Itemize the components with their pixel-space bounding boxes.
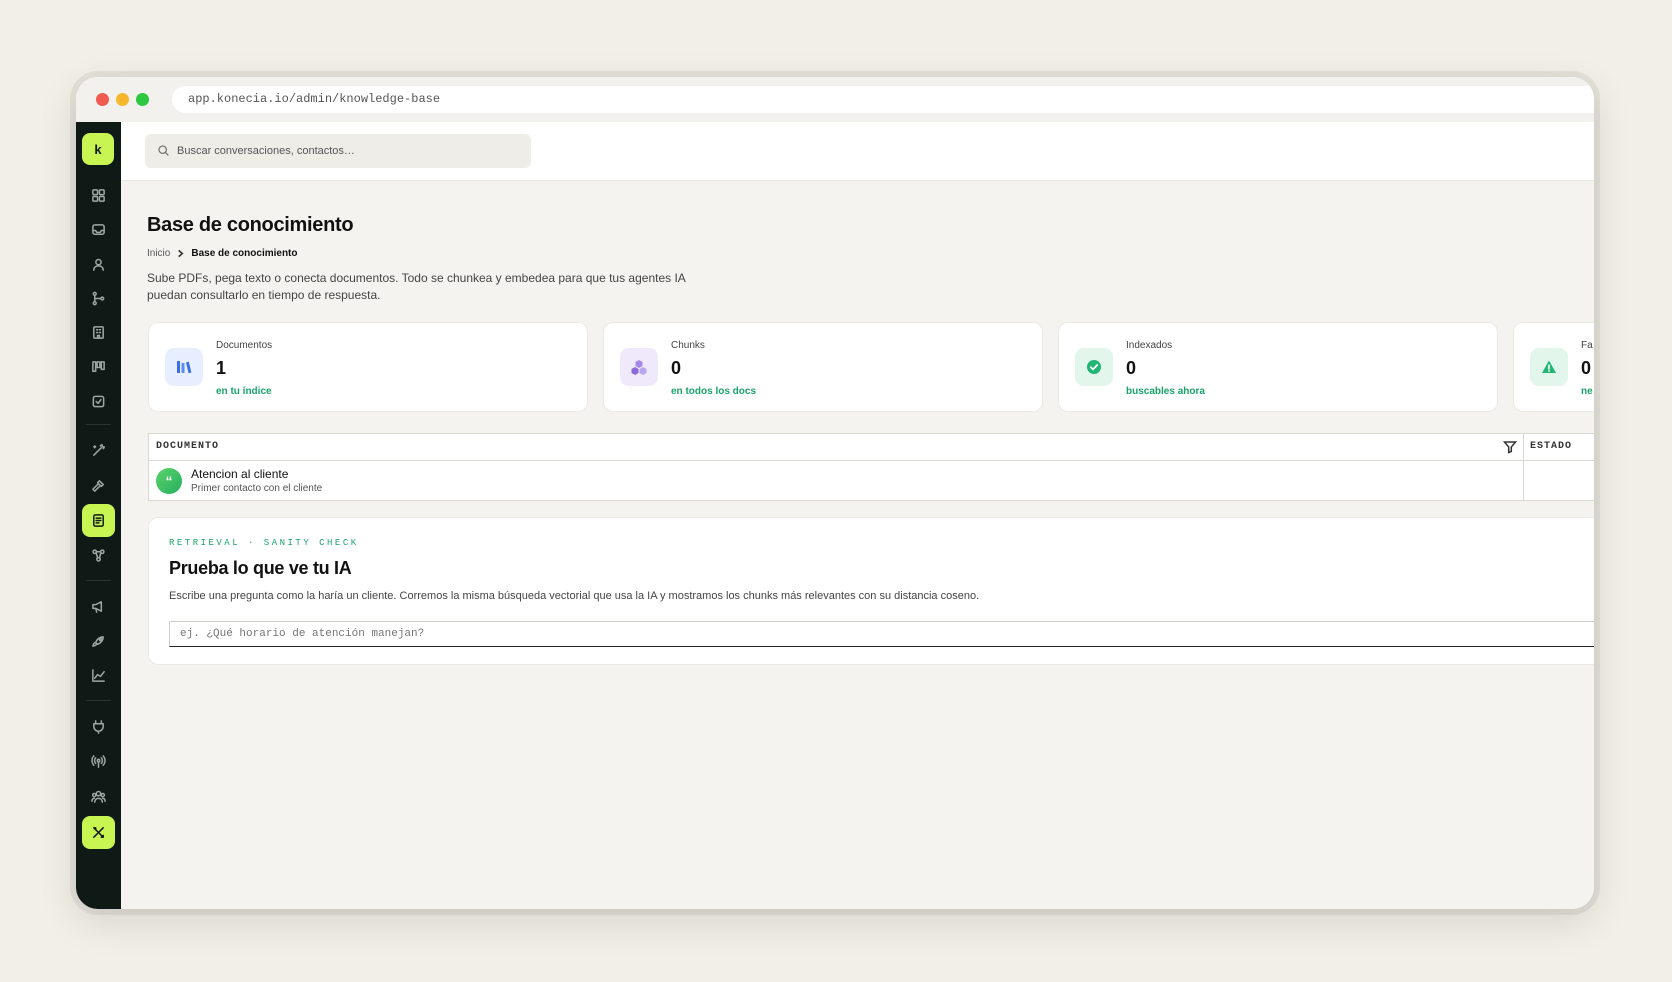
sidebar-item-dashboard[interactable]: [82, 179, 115, 212]
sidebar-item-plugins[interactable]: [82, 710, 115, 743]
browser-window: app.konecia.io/admin/knowledge-base k Bu…: [76, 77, 1594, 909]
maximize-window-button[interactable]: [136, 93, 149, 106]
sidebar-item-flows[interactable]: [82, 282, 115, 315]
stat-card-documentos: Documentos 1 en tu índice: [148, 322, 588, 412]
app-logo[interactable]: k: [82, 133, 114, 165]
settings-icon: [93, 827, 104, 838]
ai-wand-icon: [93, 444, 105, 456]
documents-table: DOCUMENTO ESTADO “ Atencion al cliente P…: [148, 433, 1594, 501]
cubes-icon: [631, 360, 647, 375]
campaigns-icon: [92, 601, 103, 613]
browser-titlebar: app.konecia.io/admin/knowledge-base: [76, 77, 1594, 123]
knowledge-base-icon: [93, 514, 104, 527]
sidebar-divider: [86, 580, 111, 581]
stat-value: 0: [671, 358, 682, 378]
stat-value: 0: [1581, 358, 1592, 378]
filter-button[interactable]: [1502, 440, 1518, 454]
breadcrumb-current: Base de conocimiento: [191, 248, 298, 259]
sidebar-item-tasks[interactable]: [82, 385, 115, 418]
sidebar-item-companies[interactable]: [82, 316, 115, 349]
sidebar: k: [76, 122, 121, 909]
table-header-divider: [149, 460, 1594, 461]
sidebar-item-team[interactable]: [82, 780, 115, 813]
launch-icon: [92, 636, 104, 647]
sidebar-item-knowledge-base[interactable]: [82, 504, 115, 537]
sidebar-item-pipeline[interactable]: [82, 350, 115, 383]
search-placeholder: Buscar conversaciones, contactos…: [177, 145, 355, 157]
column-header-documento[interactable]: DOCUMENTO: [156, 434, 219, 460]
companies-icon: [93, 326, 104, 339]
books-icon: [177, 361, 192, 374]
table-column-divider: [1523, 434, 1524, 500]
sidebar-divider: [86, 424, 111, 425]
stat-label: Documentos: [216, 340, 273, 351]
stat-icon-wrapper: [620, 348, 658, 386]
retrieval-eyebrow: RETRIEVAL · SANITY CHECK: [169, 538, 359, 548]
page-title: Base de conocimiento: [147, 214, 354, 236]
stat-icon-wrapper: [1530, 348, 1568, 386]
sidebar-divider: [86, 700, 111, 701]
warning-icon: [1542, 360, 1556, 373]
pipeline-icon: [92, 361, 105, 372]
channels-icon: [91, 755, 106, 768]
breadcrumb: Inicio Base de conocimiento: [147, 248, 298, 259]
url-bar[interactable]: app.konecia.io/admin/knowledge-base: [172, 86, 1594, 113]
stat-sub: buscables ahora: [1126, 386, 1205, 397]
stat-icon-wrapper: [165, 348, 203, 386]
flows-icon: [92, 291, 105, 306]
tools-icon: [92, 480, 104, 492]
sidebar-item-inbox[interactable]: [82, 213, 115, 246]
sidebar-item-channels[interactable]: [82, 745, 115, 778]
sidebar-item-campaigns[interactable]: [82, 590, 115, 623]
retrieval-title: Prueba lo que ve tu IA: [169, 558, 352, 578]
retrieval-query-input[interactable]: [169, 621, 1594, 647]
search-bar[interactable]: Buscar conversaciones, contactos…: [145, 134, 531, 168]
plugins-icon: [93, 720, 104, 734]
sidebar-item-ai[interactable]: [82, 434, 115, 467]
inbox-icon: [92, 224, 105, 235]
stat-icon-wrapper: [1075, 348, 1113, 386]
chevron-right-icon: [178, 249, 184, 258]
retrieval-description: Escribe una pregunta como la haría un cl…: [169, 590, 980, 602]
page-description: Sube PDFs, pega texto o conecta document…: [147, 271, 686, 302]
main-content: Buscar conversaciones, contactos… Base d…: [121, 122, 1594, 909]
sidebar-item-integrations[interactable]: [82, 539, 115, 572]
document-title[interactable]: Atencion al cliente: [191, 467, 288, 481]
sidebar-item-launch[interactable]: [82, 625, 115, 658]
filter-icon: [1502, 441, 1518, 454]
close-window-button[interactable]: [96, 93, 109, 106]
stat-sub: ne: [1581, 386, 1593, 397]
top-bar: Buscar conversaciones, contactos…: [121, 122, 1594, 181]
search-icon: [158, 145, 169, 156]
stat-card-indexados: Indexados 0 buscables ahora: [1058, 322, 1498, 412]
stat-label: Indexados: [1126, 340, 1173, 351]
contacts-icon: [93, 258, 104, 271]
analytics-icon: [92, 669, 105, 682]
document-subtitle: Primer contacto con el cliente: [191, 483, 323, 494]
stat-value: 0: [1126, 358, 1137, 378]
sidebar-item-tools[interactable]: [82, 469, 115, 502]
breadcrumb-home[interactable]: Inicio: [147, 248, 170, 259]
stat-sub: en tu índice: [216, 386, 272, 397]
check-circle-icon: [1087, 360, 1101, 374]
stat-card-chunks: Chunks 0 en todos los docs: [603, 322, 1043, 412]
stat-value: 1: [216, 358, 227, 378]
integrations-icon: [92, 549, 105, 562]
team-icon: [91, 790, 106, 803]
stat-label: Chunks: [671, 340, 705, 351]
column-header-estado[interactable]: ESTADO: [1530, 434, 1572, 460]
quote-icon: “: [156, 468, 182, 494]
sidebar-item-contacts[interactable]: [82, 248, 115, 281]
stat-sub: en todos los docs: [671, 386, 757, 397]
stat-card-fallidos: Fa 0 ne: [1513, 322, 1594, 412]
sidebar-item-analytics[interactable]: [82, 659, 115, 692]
stat-label: Fa: [1581, 340, 1593, 351]
retrieval-panel: RETRIEVAL · SANITY CHECK Prueba lo que v…: [148, 517, 1594, 665]
tasks-icon: [92, 395, 105, 408]
dashboard-icon: [92, 189, 105, 202]
minimize-window-button[interactable]: [116, 93, 129, 106]
sidebar-item-settings[interactable]: [82, 816, 115, 849]
